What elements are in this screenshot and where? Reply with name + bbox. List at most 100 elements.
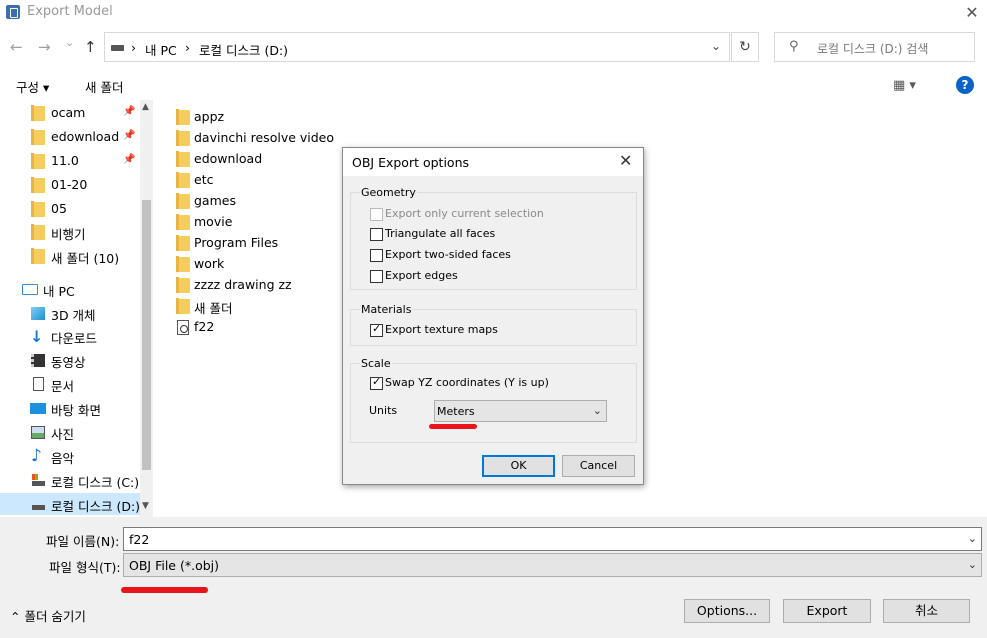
- sidebar-item-label: edownload: [51, 129, 120, 144]
- breadcrumb-separator: ›: [185, 40, 190, 55]
- organize-button[interactable]: 구성 ▾: [16, 77, 49, 96]
- sidebar-item-3d-objects[interactable]: 3D 개체: [0, 302, 140, 324]
- sidebar-item-label: 01-20: [51, 177, 88, 192]
- breadcrumb-local-disk-d[interactable]: 로컬 디스크 (D:): [199, 40, 288, 59]
- pin-icon[interactable]: 📌: [123, 154, 135, 165]
- chevron-down-icon[interactable]: ⌄: [968, 532, 977, 545]
- chevron-down-icon[interactable]: ⌄: [711, 39, 721, 53]
- close-icon[interactable]: ✕: [957, 0, 987, 26]
- pin-icon[interactable]: 📌: [123, 106, 135, 117]
- filename-value: f22: [129, 532, 150, 547]
- units-select[interactable]: Meters ⌄: [434, 400, 607, 422]
- search-input[interactable]: ⚲ 로컬 디스크 (D:) 검색: [774, 32, 975, 62]
- sidebar-item-edownload[interactable]: edownload 📌: [0, 126, 140, 148]
- red-annotation-underline: [121, 587, 208, 593]
- filename-label: 파일 이름(N):: [46, 534, 120, 549]
- export-button[interactable]: Export: [783, 599, 871, 623]
- sidebar-item-this-pc[interactable]: 내 PC: [0, 278, 140, 300]
- ok-button[interactable]: OK: [482, 455, 555, 477]
- sidebar-item-11-0[interactable]: 11.0 📌: [0, 150, 140, 172]
- pin-icon[interactable]: 📌: [123, 130, 135, 141]
- sidebar-item-label: 새 폴더 (10): [51, 251, 120, 266]
- sidebar-item-music[interactable]: ♪ 음악: [0, 445, 140, 467]
- address-bar[interactable]: › 내 PC › 로컬 디스크 (D:) ⌄: [104, 32, 730, 62]
- close-icon[interactable]: ✕: [619, 151, 632, 170]
- folder-icon: [31, 129, 45, 145]
- scrollbar-thumb[interactable]: [142, 200, 151, 470]
- drive-icon: [32, 505, 45, 510]
- options-button[interactable]: Options...: [684, 599, 770, 623]
- scroll-down-icon[interactable]: ▼: [142, 501, 149, 511]
- sidebar-item-local-disk-d[interactable]: 로컬 디스크 (D:): [0, 493, 153, 515]
- filetype-select[interactable]: OBJ File (*.obj) ⌄: [123, 553, 982, 577]
- sidebar-item-label: 로컬 디스크 (C:): [51, 475, 140, 490]
- chevron-down-icon[interactable]: ⌄: [968, 558, 977, 571]
- sidebar-item-new-folder-10[interactable]: 새 폴더 (10): [0, 245, 140, 267]
- recent-locations-icon[interactable]: ⌄: [65, 36, 74, 49]
- units-value: Meters: [437, 405, 475, 418]
- document-icon: [33, 377, 44, 391]
- file-name: davinchi resolve video: [194, 130, 335, 145]
- chevron-down-icon[interactable]: ⌄: [593, 404, 602, 417]
- checkbox-label: Export only current selection: [385, 207, 544, 220]
- checkbox-box[interactable]: [370, 322, 383, 337]
- file-name: work: [194, 256, 225, 271]
- sidebar-item-pictures[interactable]: 사진: [0, 421, 140, 443]
- cancel-button[interactable]: 취소: [883, 599, 970, 623]
- geometry-label: Geometry: [360, 186, 417, 199]
- drive-icon: [32, 474, 45, 486]
- sidebar-item-label: 동영상: [51, 355, 86, 370]
- back-arrow-icon[interactable]: ←: [10, 38, 23, 56]
- dialog-cancel-button[interactable]: Cancel: [562, 455, 635, 477]
- sidebar-item-desktop[interactable]: 바탕 화면: [0, 397, 140, 419]
- sidebar-item-airplane[interactable]: 비행기: [0, 221, 140, 243]
- forward-arrow-icon[interactable]: →: [38, 38, 51, 56]
- folder-icon: [176, 172, 190, 188]
- sidebar-item-label: 바탕 화면: [51, 403, 101, 418]
- checkbox-box[interactable]: [370, 228, 383, 241]
- checkbox-label: Export texture maps: [385, 323, 498, 336]
- picture-icon: [31, 426, 45, 439]
- folder-icon: [176, 256, 190, 272]
- units-label: Units: [369, 404, 398, 417]
- folder-icon: [176, 193, 190, 209]
- sidebar-item-01-20[interactable]: 01-20: [0, 174, 140, 196]
- scroll-up-icon[interactable]: ▲: [142, 102, 149, 112]
- search-icon: ⚲: [789, 39, 799, 54]
- sidebar-item-05[interactable]: 05: [0, 198, 140, 220]
- file-name: 새 폴더: [194, 301, 233, 316]
- navigation-pane: ocam 📌 edownload 📌 11.0 📌 01-20 05 비행기 새…: [0, 100, 153, 517]
- checkbox-box[interactable]: [370, 249, 383, 262]
- refresh-icon[interactable]: ↻: [731, 32, 759, 62]
- app-icon: [6, 5, 20, 19]
- hide-folders-button[interactable]: ⌃ 폴더 숨기기: [10, 606, 86, 625]
- checkbox-label: Export two-sided faces: [385, 248, 511, 261]
- sidebar-item-downloads[interactable]: ↓ 다운로드: [0, 325, 140, 347]
- sidebar-item-videos[interactable]: 동영상: [0, 349, 140, 371]
- file-name: zzzz drawing zz: [194, 277, 292, 292]
- sidebar-scrollbar[interactable]: ▲ ▼: [140, 100, 153, 517]
- red-annotation-underline: [429, 424, 477, 429]
- sidebar-item-ocam[interactable]: ocam 📌: [0, 102, 140, 124]
- sidebar-item-local-disk-c[interactable]: 로컬 디스크 (C:): [0, 469, 140, 491]
- breadcrumb-this-pc[interactable]: 내 PC: [145, 40, 177, 59]
- cube-icon: [31, 307, 45, 320]
- folder-icon: [176, 151, 190, 167]
- up-arrow-icon[interactable]: ↑: [84, 38, 97, 56]
- checkbox-box[interactable]: [370, 375, 383, 390]
- download-icon: ↓: [30, 327, 44, 346]
- navigation-bar: ← → ⌄ ↑ › 내 PC › 로컬 디스크 (D:) ⌄ ↻ ⚲ 로컬 디스…: [0, 32, 987, 64]
- file-name: f22: [194, 319, 215, 334]
- view-options-icon[interactable]: ▦ ▾: [893, 78, 916, 93]
- help-icon[interactable]: ?: [956, 76, 974, 94]
- new-folder-button[interactable]: 새 폴더: [85, 77, 123, 96]
- filename-field[interactable]: f22 ⌄: [123, 527, 982, 551]
- sidebar-item-label: 로컬 디스크 (D:): [51, 499, 141, 514]
- file-name: games: [194, 193, 236, 208]
- checkbox-box[interactable]: [370, 270, 383, 283]
- file-name: movie: [194, 214, 233, 229]
- music-icon: ♪: [31, 446, 42, 466]
- folder-icon: [176, 298, 190, 314]
- sidebar-item-documents[interactable]: 문서: [0, 373, 140, 395]
- breadcrumb-separator: ›: [131, 40, 136, 55]
